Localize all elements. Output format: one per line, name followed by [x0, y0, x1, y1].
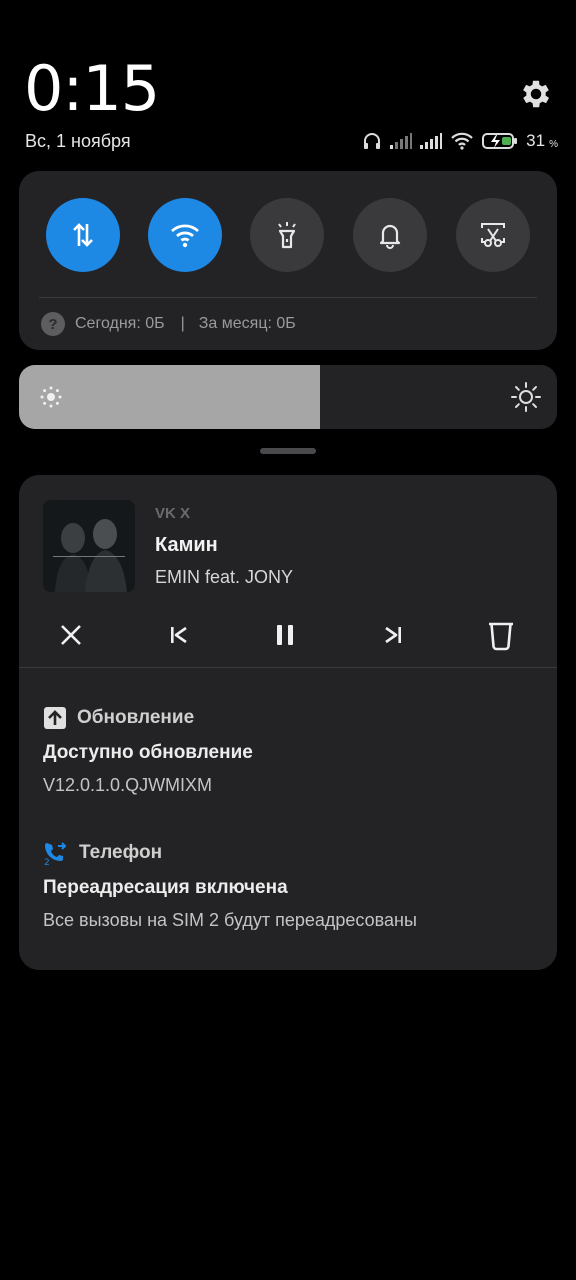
traffic-separator: | — [180, 315, 185, 332]
trash-icon — [489, 622, 513, 651]
battery-charging-icon — [482, 133, 518, 149]
brightness-high-icon — [511, 382, 541, 412]
media-app-name: VK X — [155, 505, 191, 522]
notification-update[interactable]: Обновление Доступно обновление V12.0.1.0… — [43, 704, 253, 796]
skip-next-icon — [385, 626, 401, 644]
notification-title: Доступно обновление — [43, 742, 253, 763]
track-artist: EMIN feat. JONY — [155, 567, 294, 587]
traffic-month: За месяц: 0Б — [198, 315, 296, 332]
notification-title: Переадресация включена — [43, 877, 288, 898]
notification-phone[interactable]: 2 Телефон Переадресация включена Все выз… — [43, 839, 417, 931]
panel-drag-handle[interactable] — [260, 448, 316, 454]
next-button[interactable] — [373, 615, 413, 655]
signal-sim2-icon — [420, 133, 443, 149]
notification-app-name: Обновление — [77, 707, 195, 728]
notification-body: Все вызовы на SIM 2 будут переадресованы — [43, 910, 417, 930]
close-button[interactable] — [51, 615, 91, 655]
flashlight-toggle[interactable] — [250, 198, 324, 272]
brightness-low-icon — [40, 386, 62, 408]
brightness-fill — [19, 365, 321, 429]
previous-button[interactable] — [159, 615, 199, 655]
album-art — [43, 500, 135, 592]
clock[interactable]: 0:15 — [24, 54, 160, 124]
status-bar-icons: 31 % — [362, 128, 558, 154]
call-forward-icon: 2 — [44, 842, 67, 866]
pause-icon — [277, 625, 293, 645]
upload-icon — [44, 707, 66, 729]
close-icon — [61, 625, 81, 645]
battery-unit: % — [549, 138, 558, 150]
wifi-toggle[interactable] — [148, 198, 222, 272]
question-icon: ? — [41, 312, 65, 336]
battery-level: 31 — [526, 131, 546, 150]
delete-button[interactable] — [481, 615, 521, 655]
divider — [19, 667, 557, 668]
screenshot-toggle[interactable] — [456, 198, 530, 272]
traffic-today: Сегодня: 0Б — [75, 315, 165, 332]
notification-app-name: Телефон — [79, 842, 163, 863]
divider — [39, 297, 537, 298]
date-label: Вс, 1 ноября — [25, 131, 131, 151]
wifi-icon — [171, 224, 199, 248]
svg-text:2: 2 — [44, 858, 50, 866]
bell-icon — [379, 224, 401, 249]
notification-card: VK X Камин EMIN feat. JONY Обновление До… — [19, 475, 557, 970]
flashlight-icon — [278, 222, 296, 249]
settings-gear-icon[interactable] — [518, 76, 554, 112]
mobile-data-toggle[interactable] — [46, 198, 120, 272]
wifi-status-icon — [451, 132, 473, 150]
skip-previous-icon — [171, 626, 187, 644]
scissors-screenshot-icon — [481, 223, 505, 247]
signal-sim1-icon — [390, 133, 413, 149]
notification-body: V12.0.1.0.QJWMIXM — [43, 775, 213, 795]
sound-toggle[interactable] — [353, 198, 427, 272]
traffic-usage[interactable]: ? Сегодня: 0Б | За месяц: 0Б — [41, 312, 296, 336]
quick-settings-panel: ? Сегодня: 0Б | За месяц: 0Б — [19, 171, 557, 350]
headphones-icon — [364, 133, 381, 149]
brightness-slider[interactable] — [19, 365, 557, 429]
pause-button[interactable] — [265, 615, 305, 655]
track-title: Камин — [155, 534, 218, 556]
data-arrows-icon — [73, 223, 93, 247]
